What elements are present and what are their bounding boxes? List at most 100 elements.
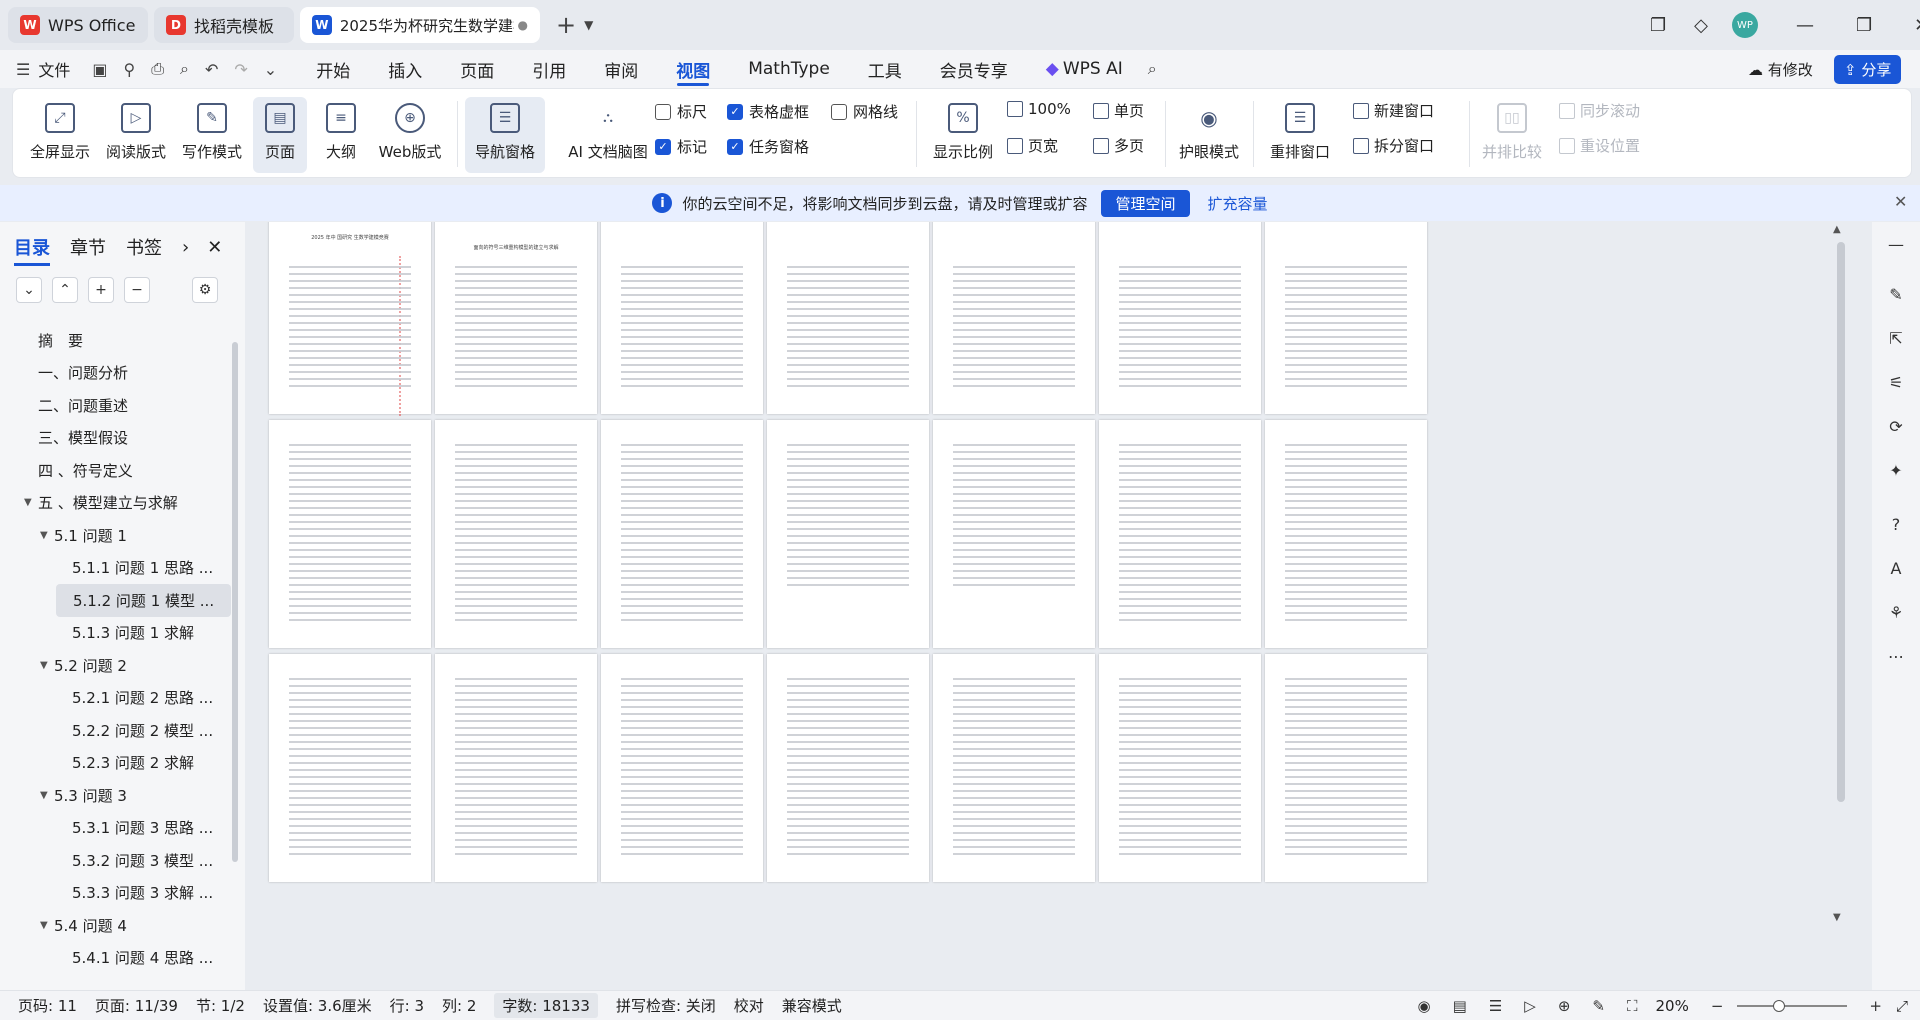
scroll-down-icon[interactable]: ▼ <box>1833 912 1841 923</box>
page-thumbnail[interactable] <box>269 420 431 648</box>
status-page-count[interactable]: 页面: 11/39 <box>95 995 178 1016</box>
add-heading-icon[interactable]: + <box>88 277 114 303</box>
single-page-button[interactable]: 单页 <box>1093 100 1144 121</box>
sliders-icon[interactable]: ⚟ <box>1884 370 1908 394</box>
tab-close-icon[interactable]: ● <box>518 18 528 32</box>
toc-item[interactable]: 5.1.3 问题 1 求解 <box>0 617 245 650</box>
toc-item[interactable]: 二、问题重述 <box>0 389 245 422</box>
expand-arrow-icon[interactable]: ▼ <box>40 530 54 541</box>
menu-page[interactable]: 页面 <box>441 50 513 88</box>
write-view-icon[interactable]: ✎ <box>1592 997 1605 1015</box>
status-spell-check[interactable]: 拼写检查: 关闭 <box>616 995 716 1016</box>
toc-item[interactable]: 5.3.1 问题 3 思路 ... <box>0 812 245 845</box>
page-thumbnail[interactable] <box>435 654 597 882</box>
edit-status-button[interactable]: ☁ 有修改 <box>1748 59 1813 80</box>
toc-item[interactable]: 三、模型假设 <box>0 422 245 455</box>
file-menu[interactable]: 文件 <box>38 57 70 81</box>
menu-references[interactable]: 引用 <box>513 50 585 88</box>
cube-icon[interactable]: ◇ <box>1694 15 1708 36</box>
page-thumbnail[interactable] <box>933 420 1095 648</box>
minus-icon[interactable]: — <box>1884 232 1908 256</box>
web-mode-button[interactable]: ⊕ Web版式 <box>373 97 447 173</box>
review-icon[interactable]: ⟳ <box>1884 414 1908 438</box>
tab-chapters[interactable]: 章节 <box>70 234 106 260</box>
collapse-up-icon[interactable]: ⌃ <box>52 277 78 303</box>
page-thumbnail[interactable] <box>1099 420 1261 648</box>
page-thumbnail[interactable] <box>933 654 1095 882</box>
page-thumbnail[interactable] <box>1099 654 1261 882</box>
chevron-right-icon[interactable]: › <box>182 237 189 258</box>
write-mode-button[interactable]: ✎ 写作模式 <box>179 97 245 173</box>
reset-position-button[interactable]: 重设位置 <box>1559 135 1640 156</box>
page-thumbnail[interactable] <box>1265 420 1427 648</box>
ruler-checkbox[interactable]: 标尺 <box>655 101 707 122</box>
tab-template[interactable]: D 找稻壳模板 <box>154 7 294 43</box>
zoom-out-icon[interactable]: − <box>1711 997 1724 1015</box>
toc-item[interactable]: 5.2.2 问题 2 模型 ... <box>0 714 245 747</box>
toc-item[interactable]: 一、问题分析 <box>0 357 245 390</box>
tools-icon[interactable]: ✦ <box>1884 458 1908 482</box>
toc-item[interactable]: 5.3.2 问题 3 模型 ... <box>0 844 245 877</box>
menu-membership[interactable]: 会员专享 <box>921 50 1027 88</box>
status-proofread[interactable]: 校对 <box>734 995 764 1016</box>
search-icon[interactable]: ⌕ <box>1148 59 1157 79</box>
notice-close-icon[interactable]: ✕ <box>1894 192 1907 211</box>
new-tab-icon[interactable]: + <box>556 11 576 39</box>
hamburger-icon[interactable]: ☰ <box>16 60 30 79</box>
toc-item[interactable]: ▼ 5.2 问题 2 <box>0 649 245 682</box>
zoom-value[interactable]: 20% <box>1655 997 1688 1015</box>
zoom-slider[interactable] <box>1737 999 1848 1012</box>
fullscreen-expand-icon[interactable]: ⤢ <box>1896 997 1908 1015</box>
minimize-icon[interactable]: — <box>1796 15 1814 36</box>
read-mode-button[interactable]: ▷ 阅读版式 <box>103 97 169 173</box>
menu-tools[interactable]: 工具 <box>849 50 921 88</box>
print-preview-icon[interactable]: ⌕ <box>180 59 189 79</box>
page-thumbnail[interactable]: 2025 年中 国研究 生数学建模竞赛 <box>269 222 431 416</box>
toc-item[interactable]: 5.1.2 问题 1 模型 ... <box>56 584 231 617</box>
page-thumbnail[interactable] <box>601 654 763 882</box>
collapse-down-icon[interactable]: ⌄ <box>16 277 42 303</box>
table-grid-checkbox[interactable]: ✓ 表格虚框 <box>727 101 809 122</box>
page-thumbnail[interactable] <box>269 654 431 882</box>
help-icon[interactable]: ? <box>1884 512 1908 536</box>
side-by-side-button[interactable]: ▯▯ 并排比较 <box>1477 97 1547 173</box>
toc-item[interactable]: ▼ 5.4 问题 4 <box>0 909 245 942</box>
menu-insert[interactable]: 插入 <box>369 50 441 88</box>
expand-capacity-link[interactable]: 扩充容量 <box>1208 193 1268 214</box>
select-cursor-icon[interactable]: ⇱ <box>1884 326 1908 350</box>
share-button[interactable]: ⇪ 分享 <box>1834 55 1902 84</box>
scroll-up-icon[interactable]: ▲ <box>1833 224 1841 235</box>
toc-item[interactable]: ▼ 五 、模型建立与求解 <box>0 487 245 520</box>
task-pane-checkbox[interactable]: ✓ 任务窗格 <box>727 136 809 157</box>
split-window-button[interactable]: 拆分窗口 <box>1353 135 1434 156</box>
page-width-button[interactable]: 页宽 <box>1007 135 1058 156</box>
avatar[interactable]: WP <box>1731 12 1758 38</box>
toc-item[interactable]: 5.1.1 问题 1 思路 ... <box>0 552 245 585</box>
close-pane-icon[interactable]: ✕ <box>207 237 222 258</box>
tab-toc[interactable]: 目录 <box>14 234 50 266</box>
print-icon[interactable]: ⎙ <box>151 59 164 79</box>
toc-item[interactable]: ▼ 5.3 问题 3 <box>0 779 245 812</box>
zoom-in-icon[interactable]: + <box>1869 997 1882 1015</box>
manage-space-button[interactable]: 管理空间 <box>1101 189 1190 217</box>
ai-mindmap-button[interactable]: ⛬ AI 文档脑图 <box>553 97 663 173</box>
page-mode-button[interactable]: ▤ 页面 <box>253 97 307 173</box>
undo-icon[interactable]: ↶ <box>205 60 218 79</box>
link-icon[interactable]: ⚲ <box>123 60 135 79</box>
play-icon[interactable]: ▷ <box>1524 997 1536 1015</box>
page-thumbnail[interactable] <box>1265 654 1427 882</box>
tab-bookmarks[interactable]: 书签 <box>126 234 162 260</box>
page-view-icon[interactable]: ▤ <box>1453 997 1467 1015</box>
redo-icon[interactable]: ↷ <box>234 60 247 79</box>
chevron-down-icon[interactable]: ▼ <box>584 18 593 32</box>
outline-button[interactable]: ≡ 大纲 <box>317 97 365 173</box>
page-thumbnail[interactable] <box>933 222 1095 414</box>
toc-item[interactable]: 5.3.3 问题 3 求解 ... <box>0 877 245 910</box>
menu-mathtype[interactable]: MathType <box>729 50 849 88</box>
marks-checkbox[interactable]: ✓ 标记 <box>655 136 707 157</box>
gridlines-checkbox[interactable]: 网格线 <box>831 101 898 122</box>
multi-page-button[interactable]: 多页 <box>1093 135 1144 156</box>
page-thumbnail[interactable] <box>435 420 597 648</box>
expand-arrow-icon[interactable]: ▼ <box>40 790 54 801</box>
toc-settings-icon[interactable]: ⚙ <box>192 277 218 303</box>
